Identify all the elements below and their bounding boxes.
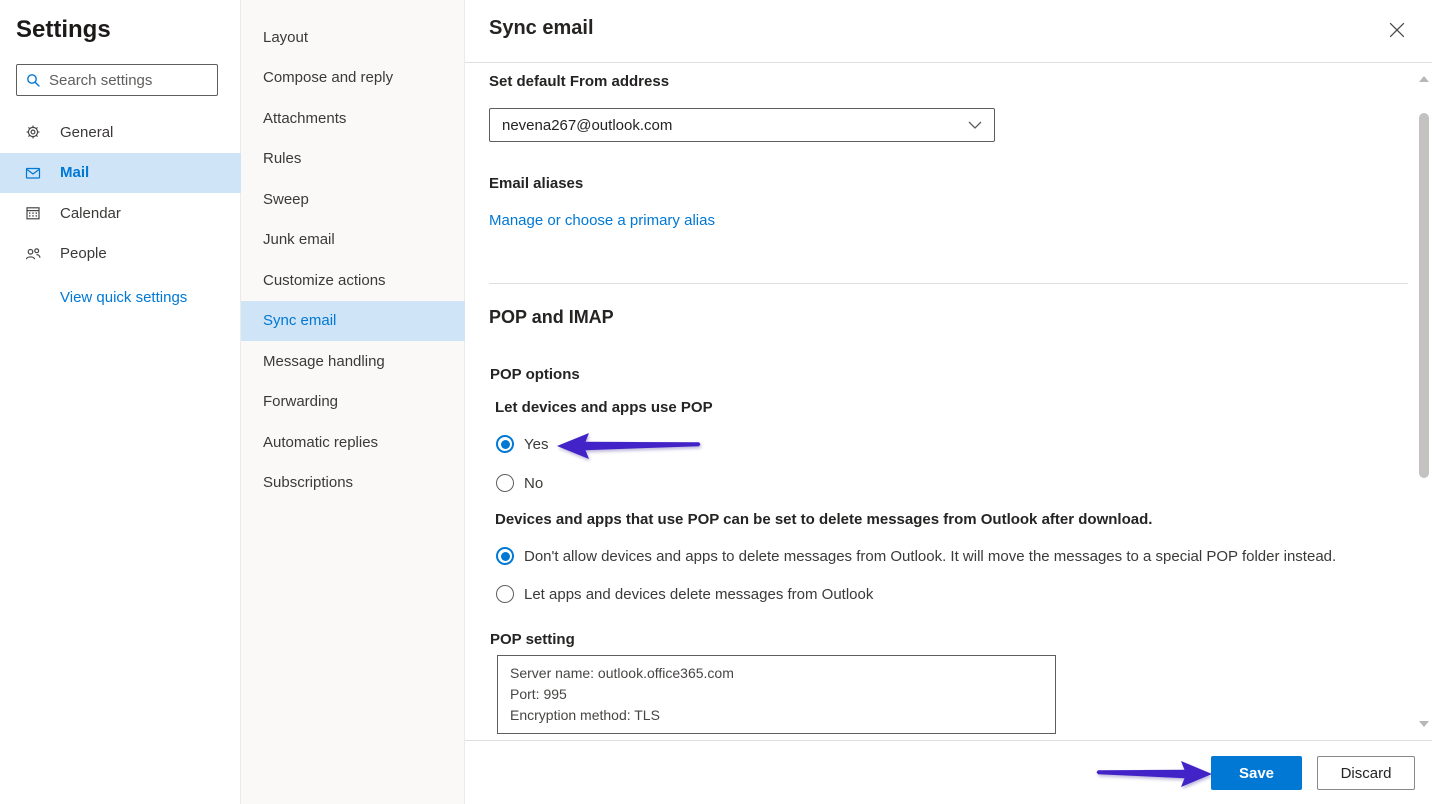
pop-encryption-line: Encryption method: TLS — [510, 705, 1043, 726]
gear-icon — [25, 124, 41, 140]
nav-item-automatic-replies[interactable]: Automatic replies — [241, 422, 465, 463]
nav-item-subscriptions[interactable]: Subscriptions — [241, 463, 465, 504]
settings-sidebar: Settings General Mail — [0, 0, 241, 804]
radio-no[interactable] — [496, 474, 514, 492]
search-icon — [25, 72, 41, 88]
default-from-label: Set default From address — [489, 73, 669, 90]
sync-email-panel: Sync email Set default From address neve… — [465, 0, 1432, 804]
nav-item-forwarding[interactable]: Forwarding — [241, 382, 465, 423]
pop-setting-label: POP setting — [490, 631, 575, 648]
view-quick-settings-link[interactable]: View quick settings — [60, 289, 187, 306]
radio-let-delete[interactable] — [496, 585, 514, 603]
nav-item-attachments[interactable]: Attachments — [241, 98, 465, 139]
pop-port-line: Port: 995 — [510, 684, 1043, 705]
header-divider — [465, 62, 1432, 63]
chevron-down-icon — [968, 121, 982, 129]
nav-item-compose-and-reply[interactable]: Compose and reply — [241, 58, 465, 99]
use-pop-label: Let devices and apps use POP — [495, 399, 713, 416]
nav-item-rules[interactable]: Rules — [241, 139, 465, 180]
nav-item-sweep[interactable]: Sweep — [241, 179, 465, 220]
close-icon[interactable] — [1389, 22, 1405, 38]
dont-allow-delete-row: Don't allow devices and apps to delete m… — [496, 547, 1336, 565]
radio-yes-label: Yes — [524, 436, 548, 453]
discard-button[interactable]: Discard — [1317, 756, 1415, 790]
search-settings-box[interactable] — [16, 64, 218, 96]
pop-setting-box: Server name: outlook.office365.com Port:… — [497, 655, 1056, 734]
sidebar-item-general[interactable]: General — [0, 112, 241, 153]
pop-imap-heading: POP and IMAP — [489, 307, 614, 328]
default-from-value: nevena267@outlook.com — [502, 117, 968, 134]
radio-dont-allow-delete[interactable] — [496, 547, 514, 565]
section-divider — [489, 283, 1408, 284]
manage-alias-link[interactable]: Manage or choose a primary alias — [489, 212, 715, 229]
sidebar-items: General Mail Calendar People — [0, 112, 241, 274]
pop-server-line: Server name: outlook.office365.com — [510, 663, 1043, 684]
sidebar-item-label: General — [60, 124, 113, 141]
save-button[interactable]: Save — [1211, 756, 1302, 790]
email-aliases-label: Email aliases — [489, 175, 583, 192]
default-from-dropdown[interactable]: nevena267@outlook.com — [489, 108, 995, 142]
nav-item-sync-email[interactable]: Sync email — [241, 301, 465, 342]
sidebar-item-label: Calendar — [60, 205, 121, 222]
pop-delete-label: Devices and apps that use POP can be set… — [495, 511, 1152, 528]
mail-icon — [25, 165, 41, 181]
annotation-arrow-right — [1095, 759, 1213, 789]
scroll-up-icon[interactable] — [1419, 69, 1429, 87]
radio-no-label: No — [524, 475, 543, 492]
panel-scrollbar[interactable] — [1416, 63, 1432, 740]
nav-item-message-handling[interactable]: Message handling — [241, 341, 465, 382]
search-input[interactable] — [49, 72, 248, 89]
settings-title: Settings — [16, 16, 111, 44]
panel-footer: Save Discard — [465, 740, 1432, 804]
people-icon — [25, 246, 41, 262]
pop-options-label: POP options — [490, 366, 580, 383]
use-pop-yes-row: Yes — [496, 435, 548, 453]
sidebar-item-people[interactable]: People — [0, 234, 241, 275]
use-pop-no-row: No — [496, 474, 543, 492]
nav-item-junk-email[interactable]: Junk email — [241, 220, 465, 261]
nav-item-customize-actions[interactable]: Customize actions — [241, 260, 465, 301]
annotation-arrow-left — [556, 431, 701, 461]
sidebar-item-calendar[interactable]: Calendar — [0, 193, 241, 234]
nav-item-layout[interactable]: Layout — [241, 17, 465, 58]
sidebar-item-label: People — [60, 245, 107, 262]
radio-let-delete-label: Let apps and devices delete messages fro… — [524, 586, 873, 603]
calendar-icon — [25, 205, 41, 221]
scrollbar-thumb[interactable] — [1419, 113, 1429, 478]
radio-yes[interactable] — [496, 435, 514, 453]
let-delete-row: Let apps and devices delete messages fro… — [496, 585, 873, 603]
settings-page: Settings General Mail — [0, 0, 1432, 804]
sidebar-item-mail[interactable]: Mail — [0, 153, 241, 194]
panel-title: Sync email — [489, 17, 594, 40]
sidebar-item-label: Mail — [60, 164, 89, 181]
scroll-down-icon[interactable] — [1419, 714, 1429, 732]
radio-dont-allow-delete-label: Don't allow devices and apps to delete m… — [524, 548, 1336, 565]
mail-settings-nav: Layout Compose and reply Attachments Rul… — [241, 0, 465, 804]
